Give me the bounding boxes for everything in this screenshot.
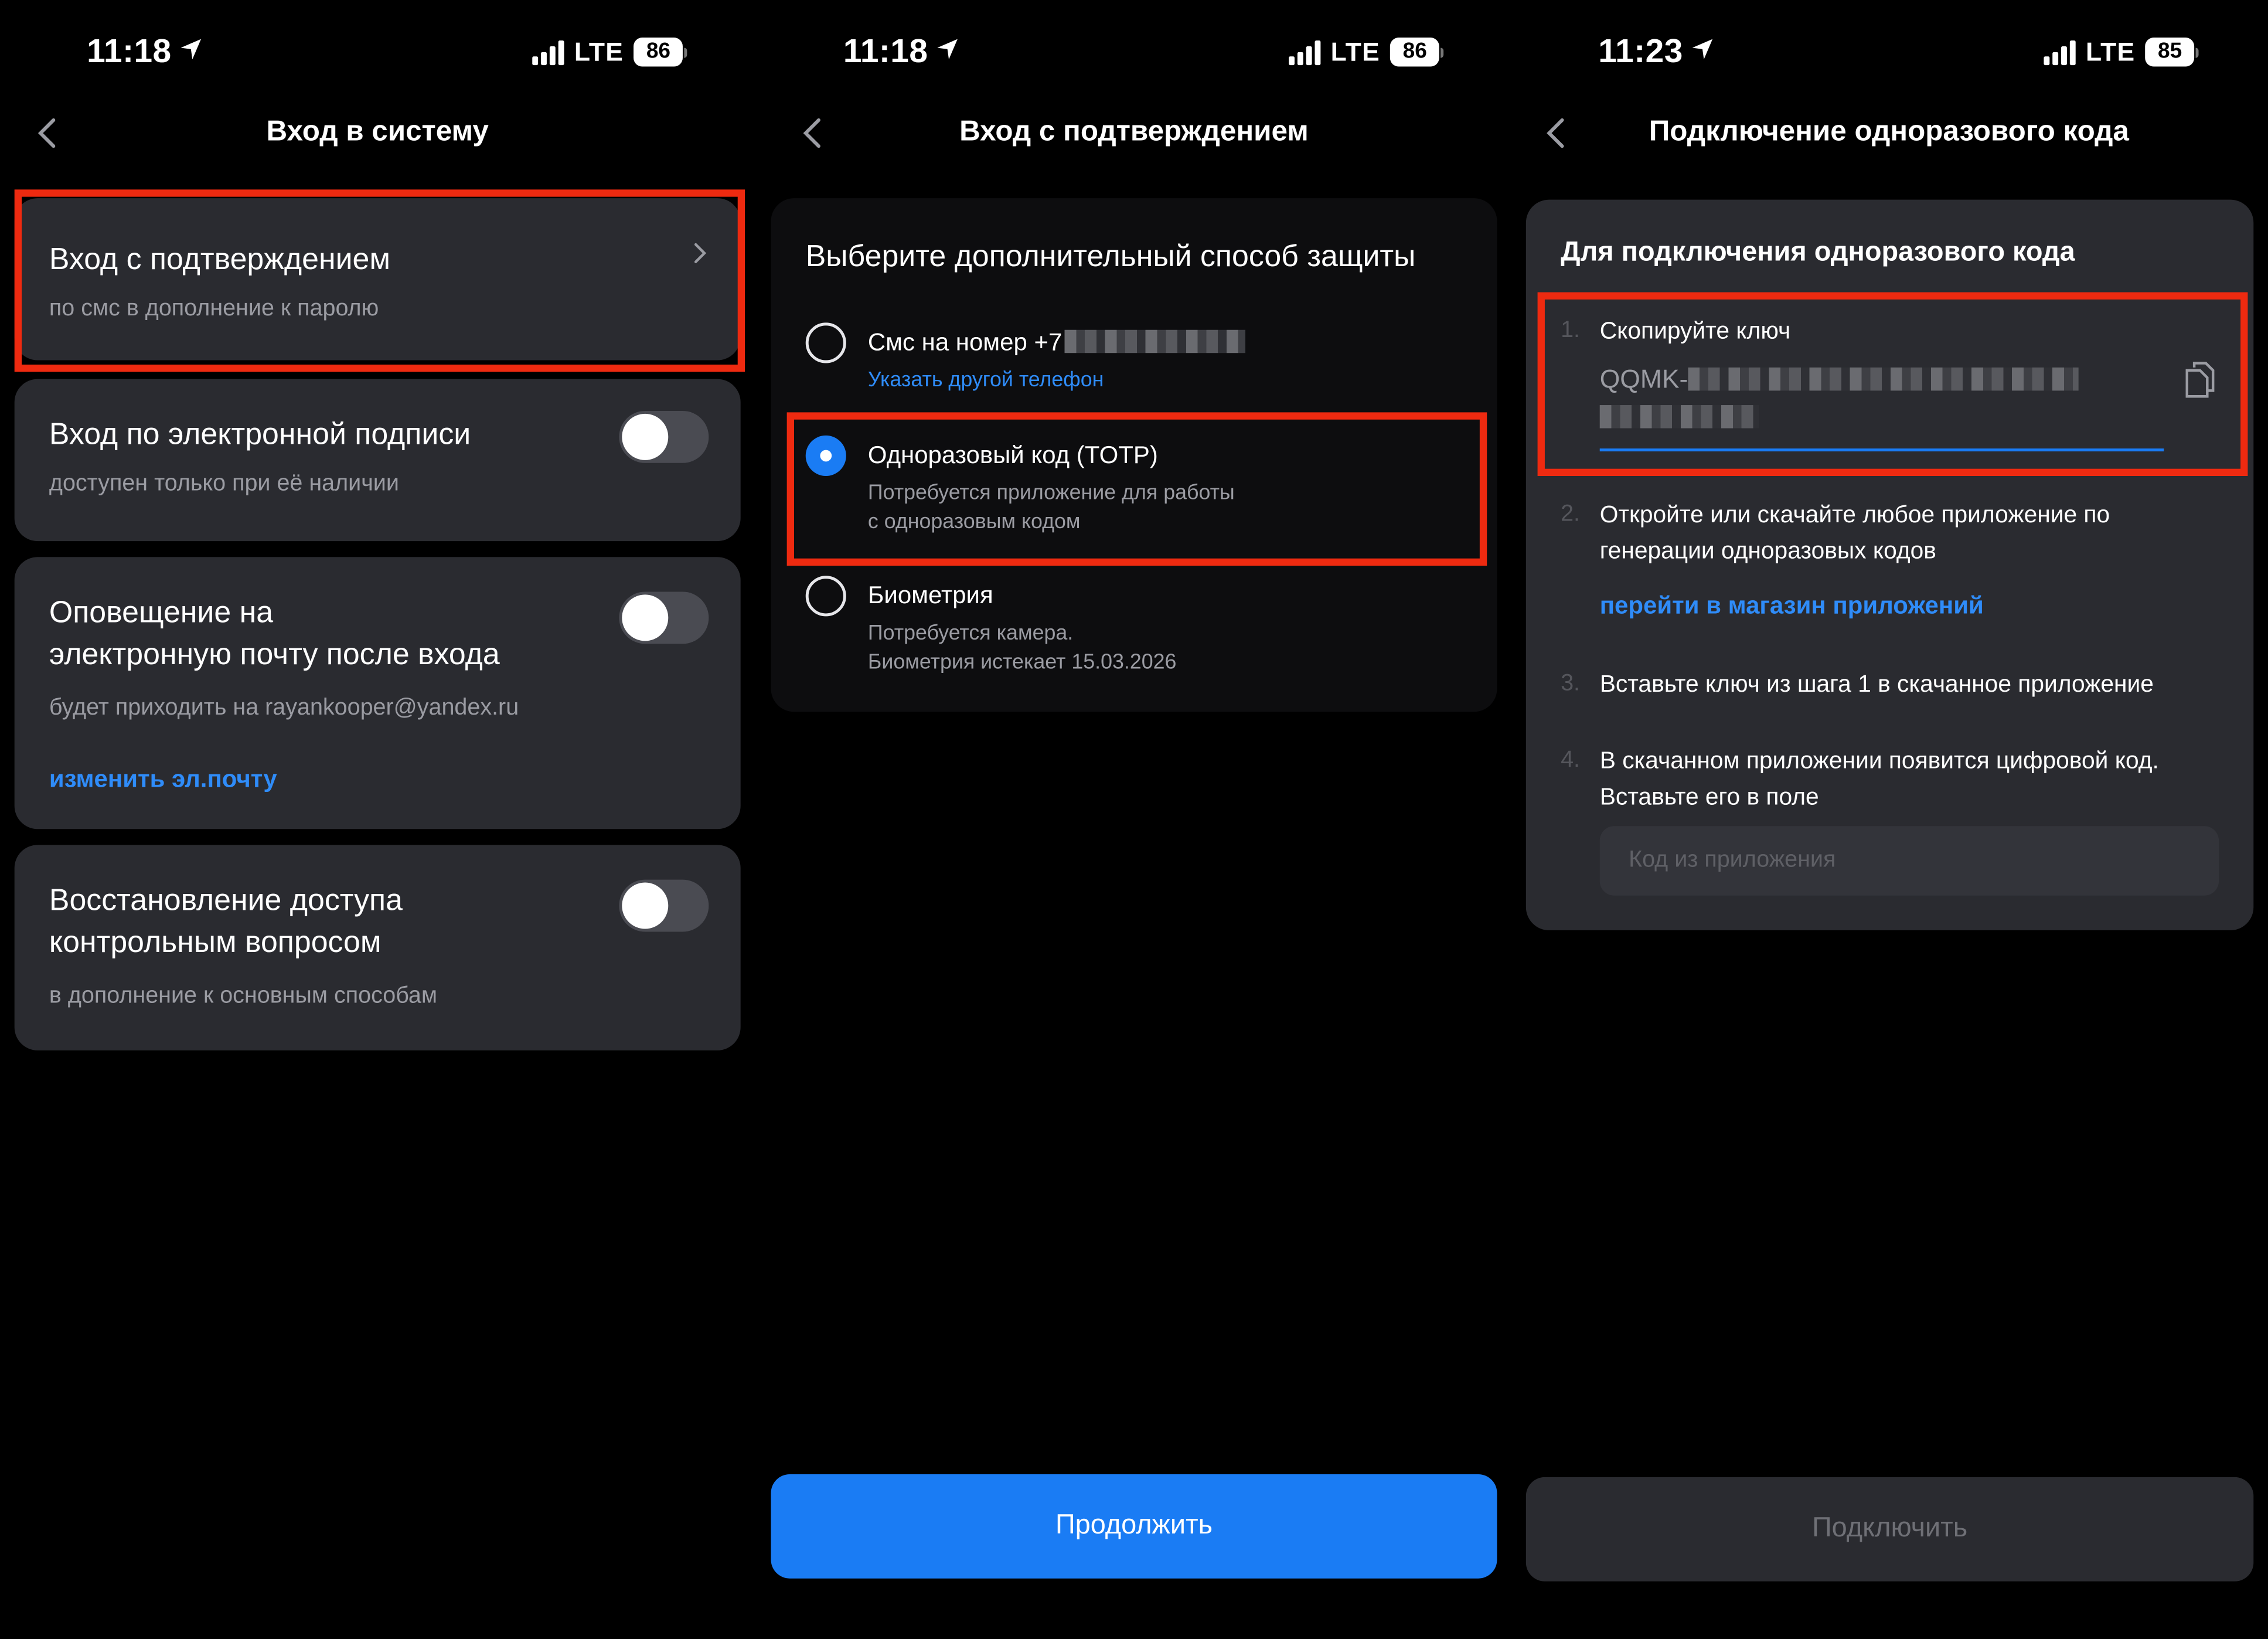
- connect-button[interactable]: Подключить: [1525, 1477, 2254, 1582]
- sms-option-label[interactable]: Смс на номер +7: [868, 328, 1246, 357]
- step-number: 4.: [1561, 748, 1581, 773]
- status-time: 11:18: [87, 32, 202, 71]
- screen-confirm-method: 11:18 LTE 86 Вход с подтверждением Выбер…: [757, 0, 1511, 1639]
- change-phone-link[interactable]: Указать другой телефон: [868, 366, 1104, 395]
- highlight-frame: [14, 189, 745, 372]
- esign-subtitle: доступен только при её наличии: [49, 471, 399, 497]
- biometry-radio[interactable]: [805, 576, 846, 617]
- notify-subtitle: будет приходить на rayankooper@yandex.ru: [49, 696, 519, 721]
- recovery-title-line2: контрольным вопросом: [49, 926, 382, 960]
- status-indicators: LTE 86: [1289, 35, 1444, 69]
- page-title: Вход с подтверждением: [959, 115, 1309, 148]
- notify-title-line1: Оповещение на: [49, 596, 274, 630]
- signal-icon: [1289, 39, 1321, 64]
- esign-login-row: Вход по электронной подписи доступен тол…: [14, 379, 741, 542]
- location-arrow-icon: [937, 39, 957, 60]
- status-indicators: LTE 86: [532, 35, 687, 69]
- notify-toggle[interactable]: [619, 591, 709, 644]
- location-arrow-icon: [180, 39, 200, 60]
- highlight-frame: [1537, 292, 2248, 477]
- esign-title: Вход по электронной подписи: [49, 418, 471, 452]
- otp-heading: Для подключения одноразового кода: [1561, 237, 2075, 268]
- battery-icon: 85: [2145, 38, 2199, 67]
- step2-line1: Откройте или скачайте любое приложение п…: [1599, 502, 2110, 528]
- status-time: 11:23: [1598, 32, 1713, 71]
- network-type: LTE: [1330, 36, 1380, 66]
- highlight-frame: [786, 412, 1487, 566]
- page-title: Подключение одноразового кода: [1649, 115, 2129, 148]
- biometry-desc-line1: Потребуется камера.: [867, 622, 1074, 645]
- battery-icon: 86: [1390, 38, 1444, 67]
- signal-icon: [2044, 39, 2076, 64]
- recovery-toggle[interactable]: [619, 879, 709, 932]
- step2-line2: генерации одноразовых кодов: [1599, 538, 1936, 565]
- status-time: 11:18: [843, 32, 958, 71]
- signal-icon: [532, 39, 564, 64]
- app-store-link[interactable]: перейти в магазин приложений: [1600, 591, 1984, 620]
- biometry-desc-line2: Биометрия истекает 15.03.2026: [867, 651, 1177, 675]
- continue-button[interactable]: Продолжить: [771, 1474, 1497, 1579]
- code-input-placeholder: Код из приложения: [1629, 848, 1836, 873]
- sms-radio[interactable]: [805, 322, 846, 363]
- notify-title-line2: электронную почту после входа: [49, 638, 500, 672]
- step4-line2: Вставьте его в поле: [1599, 784, 1819, 811]
- battery-icon: 86: [634, 38, 687, 67]
- recovery-title-line1: Восстановление доступа: [49, 884, 403, 917]
- screen-otp-setup: 11:23 LTE 85 Подключение одноразового ко…: [1511, 0, 2266, 1639]
- biometry-option-label[interactable]: Биометрия: [868, 582, 993, 610]
- step3-text: Вставьте ключ из шага 1 в скачанное прил…: [1599, 671, 2154, 698]
- recovery-row: Восстановление доступа контрольным вопро…: [14, 845, 741, 1050]
- step-number: 3.: [1561, 671, 1581, 696]
- step-number: 2.: [1561, 502, 1581, 527]
- email-notify-row: Оповещение на электронную почту после вх…: [14, 557, 741, 829]
- change-email-link[interactable]: изменить эл.почту: [49, 766, 277, 794]
- location-arrow-icon: [1691, 39, 1712, 60]
- network-type: LTE: [2086, 36, 2136, 66]
- masked-phone: [1065, 329, 1246, 353]
- step4-line1: В скачанном приложении появится цифровой…: [1599, 748, 2159, 774]
- network-type: LTE: [574, 36, 624, 66]
- code-input[interactable]: Код из приложения: [1599, 826, 2219, 896]
- screen-login-settings: 11:18 LTE 86 Вход в систему Вход с подтв…: [0, 0, 755, 1639]
- method-heading: Выберите дополнительный способ защиты: [805, 240, 1416, 274]
- recovery-subtitle: в дополнение к основным способам: [49, 984, 438, 1009]
- esign-toggle[interactable]: [619, 410, 709, 463]
- page-title: Вход в систему: [266, 115, 489, 148]
- status-indicators: LTE 85: [2044, 35, 2199, 69]
